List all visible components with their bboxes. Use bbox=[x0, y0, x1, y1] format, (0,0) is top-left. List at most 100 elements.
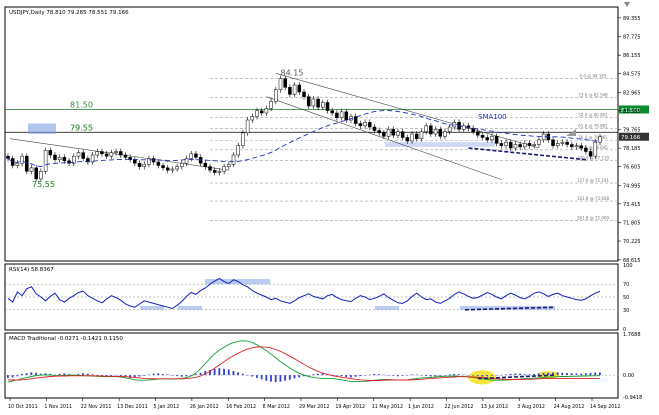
candle-body bbox=[180, 162, 184, 167]
macd-histogram-bar bbox=[288, 375, 291, 380]
macd-histogram-bar bbox=[467, 375, 470, 376]
price-ytick-label: 82.965 bbox=[623, 90, 641, 96]
candle-body bbox=[227, 164, 231, 167]
price-ytick-label: 76.605 bbox=[623, 165, 641, 171]
macd-histogram-bar bbox=[11, 375, 14, 378]
candle-body bbox=[217, 171, 222, 173]
macd-histogram-bar bbox=[509, 373, 512, 376]
macd-histogram-bar bbox=[180, 375, 183, 377]
price-ytick-label: 73.415 bbox=[623, 202, 641, 208]
candle-body bbox=[438, 129, 443, 137]
macd-ytick-label: 0.00 bbox=[623, 373, 634, 379]
rsi-ytick-label: 100 bbox=[623, 263, 633, 269]
macd-histogram-bar bbox=[359, 375, 362, 377]
xtick-label: 16 Feb 2012 bbox=[226, 404, 256, 410]
macd-histogram-bar bbox=[138, 375, 141, 377]
macd-histogram-bar bbox=[335, 375, 338, 376]
macd-histogram-bar bbox=[199, 372, 202, 376]
xtick-label: 1 Nov 2011 bbox=[44, 404, 72, 410]
candle-body bbox=[100, 151, 104, 155]
candle-body bbox=[269, 101, 273, 109]
candle-body bbox=[433, 129, 438, 135]
macd-histogram-bar bbox=[25, 373, 28, 376]
price-ytick-label: 86.155 bbox=[623, 53, 641, 59]
candle-body bbox=[34, 167, 38, 180]
candle-body bbox=[419, 131, 424, 139]
price-ytick-label: 71.805 bbox=[623, 221, 641, 227]
candle-body bbox=[283, 78, 287, 88]
macd-histogram-bar bbox=[439, 375, 442, 376]
fib-level-label: 61.8 @ 79.881 bbox=[578, 123, 608, 128]
price-ytick-label: 79.765 bbox=[623, 128, 641, 134]
candle-body bbox=[551, 139, 555, 146]
macd-histogram-bar bbox=[594, 372, 597, 376]
xtick-label: 8 Mar 2012 bbox=[263, 404, 290, 410]
macd-histogram-bar bbox=[443, 375, 446, 376]
candle-body bbox=[104, 153, 109, 157]
macd-histogram-bar bbox=[274, 375, 277, 383]
candle-body bbox=[499, 143, 504, 146]
candle-body bbox=[414, 133, 419, 139]
macd-histogram-bar bbox=[21, 373, 23, 376]
candle-body bbox=[504, 141, 508, 146]
macd-histogram-bar bbox=[241, 373, 244, 376]
macd-histogram-bar bbox=[185, 375, 188, 377]
macd-histogram-bar bbox=[589, 372, 592, 376]
candle-body bbox=[598, 136, 602, 143]
macd-histogram-bar bbox=[486, 375, 489, 377]
macd-histogram-bar bbox=[537, 373, 540, 376]
price-ytick-label: 78.185 bbox=[623, 146, 641, 152]
macd-histogram-bar bbox=[157, 373, 160, 376]
rsi-ytick-label: 30 bbox=[623, 308, 629, 314]
candle-body bbox=[6, 155, 10, 159]
candle-body bbox=[123, 154, 128, 158]
candle-body bbox=[382, 132, 386, 137]
macd-histogram-bar bbox=[566, 373, 568, 376]
candle-body bbox=[372, 126, 377, 131]
candle-body bbox=[212, 169, 217, 173]
candle-body bbox=[165, 167, 170, 171]
macd-histogram-bar bbox=[171, 375, 174, 376]
candle-body bbox=[321, 102, 325, 108]
candle-body bbox=[161, 165, 165, 169]
xtick-label: 11 May 2012 bbox=[372, 404, 403, 410]
rsi-zone-box bbox=[178, 305, 202, 310]
candle-body bbox=[39, 171, 43, 180]
macd-histogram-bar bbox=[91, 374, 94, 376]
macd-histogram-bar bbox=[425, 375, 427, 377]
macd-histogram-bar bbox=[476, 375, 479, 377]
fib-level-label: 261.8 @ 72.000 bbox=[577, 215, 609, 220]
candle-body bbox=[443, 131, 447, 137]
candle-body bbox=[335, 112, 339, 118]
candle-body bbox=[264, 108, 269, 114]
chart-shift-icon[interactable] bbox=[624, 2, 630, 7]
price-tag-label: 79.166 bbox=[621, 135, 641, 141]
candle-body bbox=[513, 144, 518, 149]
candle-body bbox=[203, 162, 208, 167]
macd-histogram-bar bbox=[458, 374, 460, 376]
macd-histogram-bar bbox=[284, 375, 287, 381]
macd-histogram-bar bbox=[453, 373, 456, 376]
candle-body bbox=[353, 116, 358, 124]
macd-histogram-bar bbox=[495, 375, 498, 376]
candle-body bbox=[231, 154, 236, 165]
candle-body bbox=[288, 87, 292, 95]
candle-body bbox=[424, 125, 428, 132]
price-ytick-label: 84.575 bbox=[623, 72, 641, 78]
candle-body bbox=[189, 153, 194, 159]
candle-body bbox=[29, 167, 34, 172]
candle-body bbox=[15, 162, 20, 166]
macd-histogram-bar bbox=[251, 375, 254, 377]
candle-body bbox=[302, 91, 306, 97]
candle-body bbox=[490, 136, 494, 141]
candle-body bbox=[297, 84, 302, 93]
macd-histogram-bar bbox=[505, 374, 507, 376]
candle-body bbox=[175, 166, 179, 170]
candle-body bbox=[133, 159, 137, 164]
candle-body bbox=[208, 166, 212, 171]
macd-histogram-bar bbox=[340, 375, 343, 377]
candle-body bbox=[156, 161, 161, 166]
macd-histogram-bar bbox=[392, 375, 395, 376]
macd-histogram-bar bbox=[472, 375, 474, 376]
candle-body bbox=[142, 164, 147, 167]
